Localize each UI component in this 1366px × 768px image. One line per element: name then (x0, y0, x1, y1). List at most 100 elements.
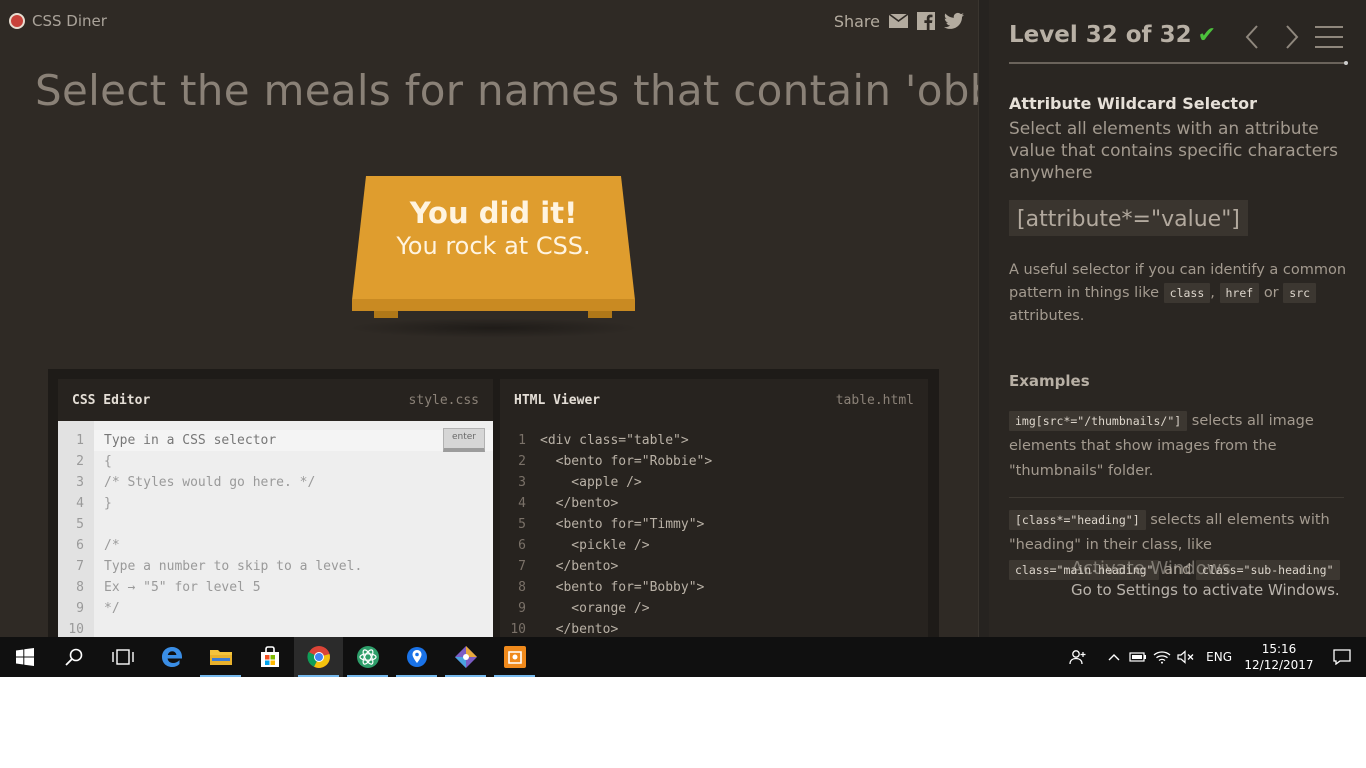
taskbar-maps[interactable] (392, 637, 441, 677)
html-viewer-title: HTML Viewer (514, 392, 601, 408)
language-indicator[interactable]: ENG (1198, 650, 1240, 664)
selector-hint: A useful selector if you can identify a … (1009, 259, 1349, 328)
brand-label: CSS Diner (32, 12, 107, 30)
css-editor-title: CSS Editor (72, 392, 151, 408)
hint-tag: href (1219, 283, 1260, 303)
maps-icon (406, 647, 427, 667)
line-number: 6 (518, 538, 526, 553)
code-line: Type a number to skip to a level. (104, 559, 363, 574)
css-editor-code[interactable]: 1 2 3 4 5 6 7 8 9 10 Type in a CSS selec… (58, 421, 493, 637)
battery-icon[interactable] (1126, 637, 1150, 677)
level-instruction: Select the meals for names that contain … (35, 66, 1009, 115)
level-indicator[interactable]: Level 32 of 32 ✔ (1009, 22, 1216, 48)
level-header: Level 32 of 32 ✔ (1009, 20, 1348, 65)
facebook-icon[interactable] (916, 11, 936, 31)
checkmark-icon: ✔ (1197, 23, 1217, 48)
store-icon (260, 646, 279, 667)
taskbar-app-green[interactable] (343, 637, 392, 677)
html-line[interactable]: <pickle /> (540, 535, 928, 556)
html-code-lines: <div class="table"> <bento for="Robbie">… (540, 430, 928, 637)
code-line: { (104, 454, 112, 469)
html-line[interactable]: <bento for="Robbie"> (540, 451, 928, 472)
line-number: 5 (518, 517, 526, 532)
clock[interactable]: 15:16 12/12/2017 (1240, 641, 1318, 673)
line-number: 2 (518, 454, 526, 469)
table-edge (352, 299, 635, 311)
html-line[interactable]: </bento> (540, 619, 928, 637)
line-number: 10 (510, 622, 526, 637)
search-button[interactable] (49, 637, 98, 677)
activate-windows-watermark: Activate Windows Go to Settings to activ… (1071, 558, 1340, 599)
code-line: /* Styles would go here. */ (104, 475, 316, 490)
css-editor-header: CSS Editor style.css (58, 379, 493, 421)
volume-muted-icon[interactable] (1174, 637, 1198, 677)
level-menu-icon[interactable] (1315, 24, 1343, 50)
system-tray: ENG 15:16 12/12/2017 (1066, 637, 1366, 677)
notification-icon (1333, 649, 1351, 665)
twitter-icon[interactable] (944, 11, 964, 31)
selector-syntax: [attribute*="value"] (1009, 200, 1248, 236)
html-line-numbers: 1 2 3 4 5 6 7 8 9 10 (500, 430, 536, 637)
chrome-icon (306, 646, 330, 668)
taskbar-chrome[interactable] (294, 637, 343, 677)
code-line: } (104, 496, 112, 511)
wifi-icon[interactable] (1150, 637, 1174, 677)
line-number: 4 (76, 496, 84, 511)
html-line[interactable]: <apple /> (540, 472, 928, 493)
taskbar-git-app[interactable] (441, 637, 490, 677)
table-leg (588, 311, 612, 318)
selector-name: Attribute Wildcard Selector (1009, 94, 1257, 113)
css-line-numbers: 1 2 3 4 5 6 7 8 9 10 (58, 430, 94, 637)
code-line: Ex → "5" for level 5 (104, 580, 261, 595)
line-number: 9 (518, 601, 526, 616)
table-shadow (346, 318, 641, 338)
brand[interactable]: CSS Diner (9, 12, 107, 30)
css-selector-placeholder[interactable]: Type in a CSS selector (104, 430, 493, 451)
taskbar-file-explorer[interactable] (196, 637, 245, 677)
css-diner-logo-icon (9, 13, 25, 29)
git-app-icon (454, 646, 477, 668)
clock-time: 15:16 (1261, 642, 1297, 656)
email-icon[interactable] (888, 11, 908, 31)
html-viewer-pane: HTML Viewer table.html 1 2 3 4 5 6 7 8 9 (500, 379, 928, 637)
start-button[interactable] (0, 637, 49, 677)
css-editor-pane: CSS Editor style.css 1 2 3 4 5 6 7 8 9 1… (58, 379, 493, 637)
html-line[interactable]: </bento> (540, 556, 928, 577)
edge-icon (161, 647, 182, 667)
watermark-title: Activate Windows (1071, 558, 1231, 579)
example-item: img[src*="/thumbnails/"] selects all ima… (1009, 409, 1349, 484)
win-subtitle: You rock at CSS. (396, 232, 591, 260)
line-number: 7 (518, 559, 526, 574)
game-area: CSS Diner Share Select the meals for nam… (0, 0, 1009, 637)
line-number: 3 (518, 475, 526, 490)
chevron-up-icon[interactable] (1102, 637, 1126, 677)
level-label: Level 32 of 32 (1009, 22, 1192, 48)
windows-taskbar: ENG 15:16 12/12/2017 (0, 637, 1366, 677)
html-line[interactable]: <bento for="Timmy"> (540, 514, 928, 535)
hint-text-end: attributes. (1009, 308, 1085, 324)
html-line[interactable]: <orange /> (540, 598, 928, 619)
task-view-button[interactable] (98, 637, 147, 677)
table-leg (374, 311, 398, 318)
html-viewer-filename: table.html (835, 392, 914, 408)
win-message: You did it! You rock at CSS. (352, 196, 635, 260)
people-icon[interactable] (1066, 637, 1090, 677)
html-line[interactable]: </bento> (540, 493, 928, 514)
example-divider (1009, 497, 1344, 498)
taskbar-store[interactable] (245, 637, 294, 677)
hint-tag: src (1283, 283, 1317, 303)
example-code: [class*="heading"] (1009, 510, 1146, 530)
hint-tag: class (1163, 283, 1211, 303)
taskbar-app-orange[interactable] (490, 637, 539, 677)
html-line[interactable]: <bento for="Bobby"> (540, 577, 928, 598)
share-bar: Share (834, 11, 964, 31)
taskbar-edge[interactable] (147, 637, 196, 677)
next-level-icon[interactable] (1281, 24, 1301, 50)
previous-level-icon[interactable] (1243, 24, 1263, 50)
enter-button[interactable]: enter (443, 428, 485, 452)
examples-heading: Examples (1009, 372, 1090, 390)
html-line[interactable]: <div class="table"> (540, 430, 928, 451)
action-center-button[interactable] (1318, 637, 1366, 677)
